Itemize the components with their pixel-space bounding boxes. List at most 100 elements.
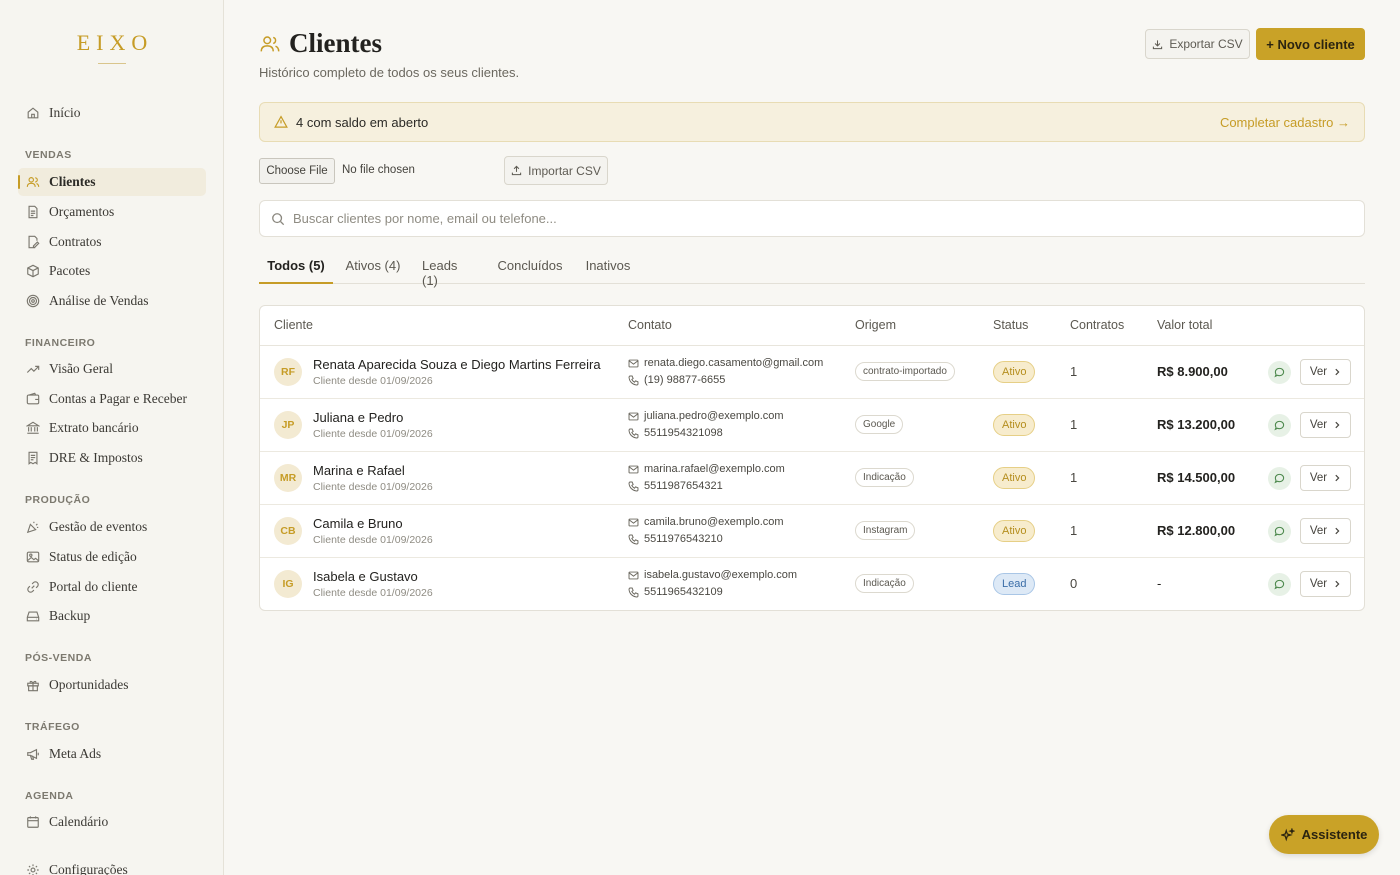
chat-icon <box>1274 367 1285 378</box>
search-input[interactable] <box>293 211 1193 226</box>
users-icon <box>260 36 280 52</box>
sidebar-item-visao-geral[interactable]: Visão Geral <box>18 355 206 383</box>
sidebar-item-dre[interactable]: DRE & Impostos <box>18 444 206 472</box>
view-label: Ver <box>1309 419 1328 431</box>
sidebar-item-label: Portal do cliente <box>49 579 138 594</box>
party-popper-icon <box>26 521 39 534</box>
status-badge: Ativo <box>993 361 1036 383</box>
contracts-count: 1 <box>1070 364 1078 379</box>
gift-icon <box>27 680 39 692</box>
sidebar-item-configuracoes[interactable]: Configurações <box>18 856 206 875</box>
sidebar-item-oportunidades[interactable]: Oportunidades <box>18 671 206 699</box>
sidebar-item-clientes[interactable]: Clientes <box>18 168 206 196</box>
tab-ativos[interactable]: Ativos (4) <box>345 255 401 284</box>
complete-registration-link[interactable]: Completar cadastro → <box>1220 115 1350 130</box>
client-name: Isabela e Gustavo <box>313 569 418 584</box>
message-button[interactable] <box>1268 573 1291 596</box>
chevron-right-icon <box>1335 474 1340 482</box>
target-icon <box>26 294 40 308</box>
document-icon <box>28 205 38 219</box>
client-name: Camila e Bruno <box>313 516 403 531</box>
sidebar-item-meta-ads[interactable]: Meta Ads <box>18 740 206 768</box>
column-header-cliente: Cliente <box>274 318 313 332</box>
sidebar-item-orcamentos[interactable]: Orçamentos <box>18 198 206 226</box>
assistant-label: Assistente <box>1301 827 1368 842</box>
contact-email: renata.diego.casamento@gmail.com <box>628 357 823 369</box>
sidebar-item-label: Oportunidades <box>49 677 129 692</box>
sidebar-section-producao: PRODUÇÃO <box>25 494 91 506</box>
image-icon <box>26 551 40 563</box>
import-csv-button[interactable]: Importar CSV <box>504 156 608 185</box>
contact-email: isabela.gustavo@exemplo.com <box>628 569 797 581</box>
table-row[interactable]: CB Camila e Bruno Cliente desde 01/09/20… <box>260 505 1364 558</box>
tab-concluidos[interactable]: Concluídos <box>497 255 563 284</box>
contact-email: camila.bruno@exemplo.com <box>628 516 784 528</box>
sidebar-item-analise-vendas[interactable]: Análise de Vendas <box>18 287 206 315</box>
view-button[interactable]: Ver <box>1300 359 1351 385</box>
client-since: Cliente desde 01/09/2026 <box>313 375 433 387</box>
sidebar: EIXO Início VENDAS Clientes Orçamentos C… <box>0 0 224 875</box>
assistant-button[interactable]: Assistente <box>1269 815 1379 854</box>
table-row[interactable]: MR Marina e Rafael Cliente desde 01/09/2… <box>260 452 1364 505</box>
sidebar-item-calendario[interactable]: Calendário <box>18 808 206 836</box>
search-bar <box>259 200 1365 237</box>
view-button[interactable]: Ver <box>1300 518 1351 544</box>
column-header-contratos: Contratos <box>1070 318 1125 332</box>
view-button[interactable]: Ver <box>1300 571 1351 597</box>
origin-badge: Indicação <box>855 468 914 487</box>
sidebar-item-portal[interactable]: Portal do cliente <box>18 573 206 601</box>
home-icon <box>27 107 39 119</box>
export-csv-button[interactable]: Exportar CSV <box>1145 29 1250 59</box>
table-row[interactable]: IG Isabela e Gustavo Cliente desde 01/09… <box>260 558 1364 610</box>
file-signature-icon <box>28 235 40 249</box>
email-text: juliana.pedro@exemplo.com <box>644 410 784 422</box>
message-button[interactable] <box>1268 414 1291 437</box>
message-button[interactable] <box>1268 361 1291 384</box>
trending-up-icon <box>26 365 40 373</box>
contracts-count: 0 <box>1070 576 1078 591</box>
mail-icon <box>628 412 639 420</box>
choose-file-button[interactable]: Choose File <box>259 158 335 184</box>
sidebar-item-gestao-eventos[interactable]: Gestão de eventos <box>18 513 206 541</box>
message-button[interactable] <box>1268 467 1291 490</box>
sidebar-item-label: Calendário <box>49 814 109 829</box>
tab-todos[interactable]: Todos (5) <box>259 255 333 284</box>
status-badge: Lead <box>993 573 1036 595</box>
bank-icon <box>26 421 40 434</box>
tab-leads[interactable]: Leads (1) <box>422 255 476 288</box>
client-since: Cliente desde 01/09/2026 <box>313 534 433 546</box>
tab-inativos[interactable]: Inativos <box>584 255 632 284</box>
sidebar-item-label: Clientes <box>49 174 96 189</box>
sidebar-item-label: Configurações <box>49 862 128 875</box>
contact-phone: 5511987654321 <box>628 480 723 492</box>
chat-icon <box>1274 420 1285 431</box>
avatar: CB <box>274 517 302 545</box>
table-row[interactable]: RF Renata Aparecida Souza e Diego Martin… <box>260 346 1364 399</box>
phone-text: 5511976543210 <box>644 533 723 545</box>
view-button[interactable]: Ver <box>1300 412 1351 438</box>
contracts-count: 1 <box>1070 523 1078 538</box>
sidebar-item-pacotes[interactable]: Pacotes <box>18 257 206 285</box>
email-text: renata.diego.casamento@gmail.com <box>644 357 824 369</box>
new-client-button[interactable]: + Novo cliente <box>1256 28 1365 60</box>
client-since: Cliente desde 01/09/2026 <box>313 481 433 493</box>
total-value: R$ 12.800,00 <box>1157 523 1236 538</box>
sidebar-item-contas[interactable]: Contas a Pagar e Receber <box>18 385 206 413</box>
phone-icon <box>628 481 639 491</box>
sidebar-item-status-edicao[interactable]: Status de edição <box>18 543 206 571</box>
sidebar-item-inicio[interactable]: Início <box>18 99 206 127</box>
sidebar-item-contratos[interactable]: Contratos <box>18 228 206 256</box>
table-row[interactable]: JP Juliana e Pedro Cliente desde 01/09/2… <box>260 399 1364 452</box>
download-icon <box>1153 39 1163 49</box>
status-badge: Ativo <box>993 467 1036 489</box>
sidebar-section-trafego: TRÁFEGO <box>25 721 80 733</box>
message-button[interactable] <box>1268 520 1291 543</box>
view-button[interactable]: Ver <box>1300 465 1351 491</box>
origin-badge: Instagram <box>855 521 916 540</box>
total-value: R$ 14.500,00 <box>1157 470 1236 485</box>
sidebar-item-label: Análise de Vendas <box>49 293 149 308</box>
sidebar-item-extrato[interactable]: Extrato bancário <box>18 414 206 442</box>
page-title: Clientes <box>289 28 382 58</box>
users-icon <box>26 177 40 187</box>
sidebar-item-backup[interactable]: Backup <box>18 602 206 630</box>
